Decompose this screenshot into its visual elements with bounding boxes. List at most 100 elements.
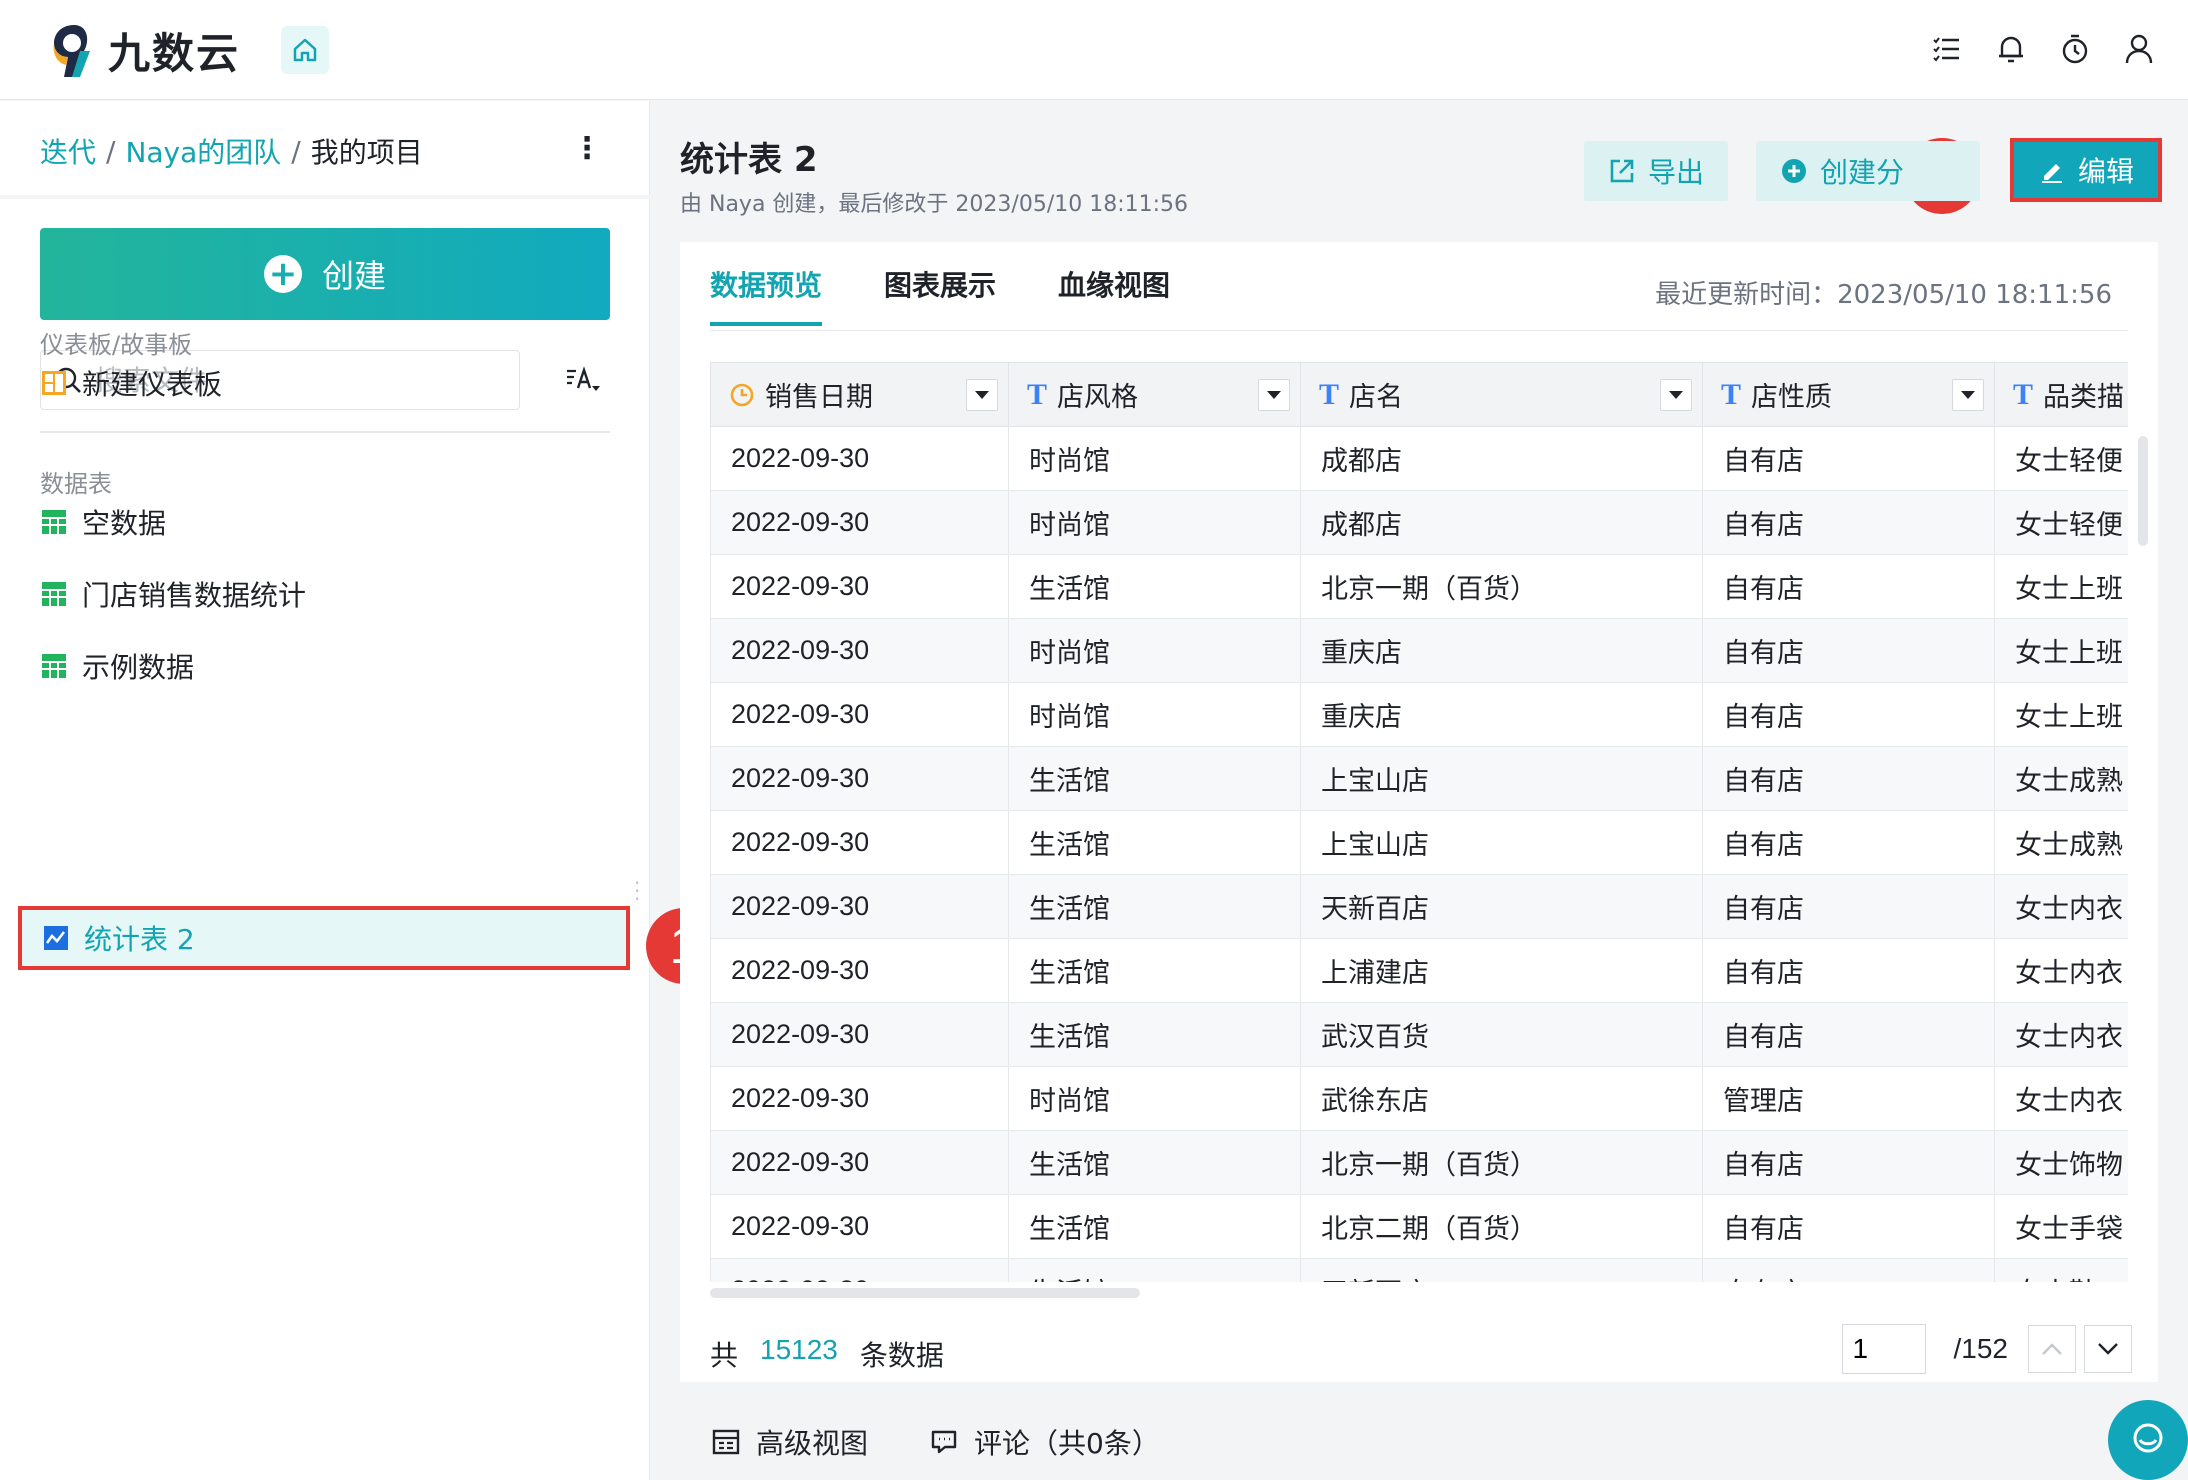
column-dropdown-icon[interactable] (1952, 378, 1984, 411)
column-header-sale-date[interactable]: 销售日期 (710, 362, 1009, 427)
table-cell[interactable]: 生活馆 (1008, 938, 1301, 1003)
logo[interactable]: 九数云 (50, 20, 240, 81)
sidebar-item-new-dashboard[interactable]: 新建仪表板 (40, 351, 610, 415)
table-cell[interactable]: 重庆店 (1300, 682, 1703, 747)
table-cell[interactable]: 2022-09-30 (710, 1130, 1009, 1195)
table-cell[interactable]: 重庆店 (1300, 618, 1703, 683)
advanced-view-button[interactable]: 高级视图 (712, 1422, 868, 1462)
horizontal-scrollbar[interactable] (710, 1288, 1140, 1298)
breadcrumb-item-team[interactable]: Naya的团队 (125, 131, 281, 171)
table-cell[interactable]: 2022-09-30 (710, 1194, 1009, 1259)
chevron-down-icon[interactable] (2084, 1325, 2132, 1373)
table-cell[interactable]: 自有店 (1702, 874, 1995, 939)
table-cell[interactable]: 自有店 (1702, 554, 1995, 619)
tab-chart-display[interactable]: 图表展示 (884, 264, 996, 326)
create-share-button[interactable]: 创建分 (1756, 141, 1980, 201)
table-cell[interactable]: 生活馆 (1008, 1194, 1301, 1259)
column-header-category[interactable]: T 品类描 (1994, 362, 2128, 427)
table-cell[interactable]: 女士饰物 (1994, 1130, 2128, 1195)
table-cell[interactable]: 时尚馆 (1008, 426, 1301, 491)
table-cell[interactable]: 2022-09-30 (710, 682, 1009, 747)
comments-button[interactable]: 评论（共0条） (930, 1422, 1160, 1462)
table-cell[interactable]: 天新百店 (1300, 874, 1703, 939)
table-cell[interactable]: 时尚馆 (1008, 618, 1301, 683)
table-cell[interactable]: 上浦建店 (1300, 938, 1703, 1003)
table-cell[interactable]: 自有店 (1702, 810, 1995, 875)
table-cell[interactable]: 2022-09-30 (710, 1066, 1009, 1131)
table-cell[interactable]: 管理店 (1702, 1066, 1995, 1131)
home-button[interactable] (281, 26, 329, 74)
timer-icon[interactable] (2058, 30, 2092, 68)
table-cell[interactable]: 女士轻便 (1994, 490, 2128, 555)
table-cell[interactable]: 2022-09-30 (710, 874, 1009, 939)
sidebar-item-store-sales[interactable]: 门店销售数据统计 (40, 562, 610, 626)
tab-lineage-view[interactable]: 血缘视图 (1058, 264, 1170, 326)
table-cell[interactable]: 自有店 (1702, 1258, 1995, 1282)
table-cell[interactable]: 2022-09-30 (710, 618, 1009, 683)
breadcrumb-item-iteration[interactable]: 迭代 (40, 131, 96, 171)
table-cell[interactable]: 生活馆 (1008, 1258, 1301, 1282)
column-header-store-type[interactable]: T 店性质 (1702, 362, 1995, 427)
page-number-input[interactable] (1841, 1324, 1926, 1374)
table-cell[interactable]: 生活馆 (1008, 746, 1301, 811)
table-cell[interactable]: 女士成熟 (1994, 810, 2128, 875)
tab-data-preview[interactable]: 数据预览 (710, 264, 823, 326)
sidebar-item-empty-data[interactable]: 空数据 (40, 490, 610, 554)
column-dropdown-icon[interactable] (1660, 378, 1692, 411)
table-cell[interactable]: 自有店 (1702, 1130, 1995, 1195)
table-cell[interactable]: 2022-09-30 (710, 554, 1009, 619)
table-cell[interactable]: 女士手袋 (1994, 1194, 2128, 1259)
column-header-store-style[interactable]: T 店风格 (1008, 362, 1301, 427)
table-cell[interactable]: 2022-09-30 (710, 426, 1009, 491)
table-cell[interactable]: 北京一期（百货） (1300, 1130, 1703, 1195)
table-cell[interactable]: 女士轻便 (1994, 426, 2128, 491)
table-cell[interactable]: 女士上班 (1994, 618, 2128, 683)
table-cell[interactable]: 成都店 (1300, 490, 1703, 555)
table-cell[interactable]: 北京一期（百货） (1300, 554, 1703, 619)
column-header-store-name[interactable]: T 店名 (1300, 362, 1703, 427)
chat-support-button[interactable] (2108, 1400, 2188, 1480)
table-cell[interactable]: 生活馆 (1008, 810, 1301, 875)
more-options-icon[interactable]: ⋮ (572, 131, 602, 166)
table-cell[interactable]: 女士成熟 (1994, 746, 2128, 811)
table-cell[interactable]: 女士内衣 (1994, 1066, 2128, 1131)
table-cell[interactable]: 女士上班 (1994, 554, 2128, 619)
table-cell[interactable]: 2022-09-30 (710, 490, 1009, 555)
sidebar-item-sample-data[interactable]: 示例数据 (40, 634, 610, 698)
table-cell[interactable]: 2022-09-30 (710, 810, 1009, 875)
table-cell[interactable]: 北京二期（百货） (1300, 1194, 1703, 1259)
user-icon[interactable] (2122, 30, 2156, 68)
table-cell[interactable]: 女士鞋 (1994, 1258, 2128, 1282)
table-cell[interactable]: 上宝山店 (1300, 746, 1703, 811)
table-cell[interactable]: 时尚馆 (1008, 1066, 1301, 1131)
chevron-up-icon[interactable] (2028, 1325, 2076, 1373)
table-cell[interactable]: 生活馆 (1008, 1130, 1301, 1195)
table-cell[interactable]: 上宝山店 (1300, 810, 1703, 875)
table-cell[interactable]: 2022-09-30 (710, 938, 1009, 1003)
bell-icon[interactable] (1994, 30, 2028, 68)
table-cell[interactable]: 女士内衣 (1994, 874, 2128, 939)
column-dropdown-icon[interactable] (1258, 378, 1290, 411)
table-cell[interactable]: 天新百店 (1300, 1258, 1703, 1282)
table-cell[interactable]: 生活馆 (1008, 874, 1301, 939)
table-cell[interactable]: 自有店 (1702, 1002, 1995, 1067)
task-list-icon[interactable] (1930, 30, 1964, 68)
table-cell[interactable]: 武徐东店 (1300, 1066, 1703, 1131)
table-cell[interactable]: 2022-09-30 (710, 1258, 1009, 1282)
table-cell[interactable]: 成都店 (1300, 426, 1703, 491)
table-cell[interactable]: 自有店 (1702, 618, 1995, 683)
table-cell[interactable]: 时尚馆 (1008, 682, 1301, 747)
vertical-scrollbar[interactable] (2138, 436, 2148, 546)
table-cell[interactable]: 时尚馆 (1008, 490, 1301, 555)
resize-handle[interactable]: · · · (634, 873, 640, 909)
create-button[interactable]: + 创建 (40, 228, 610, 320)
table-cell[interactable]: 武汉百货 (1300, 1002, 1703, 1067)
column-dropdown-icon[interactable] (966, 378, 998, 411)
export-button[interactable]: 导出 (1584, 141, 1729, 201)
table-cell[interactable]: 生活馆 (1008, 1002, 1301, 1067)
table-cell[interactable]: 自有店 (1702, 490, 1995, 555)
table-cell[interactable]: 自有店 (1702, 682, 1995, 747)
table-cell[interactable]: 自有店 (1702, 938, 1995, 1003)
table-cell[interactable]: 自有店 (1702, 1194, 1995, 1259)
table-cell[interactable]: 生活馆 (1008, 554, 1301, 619)
